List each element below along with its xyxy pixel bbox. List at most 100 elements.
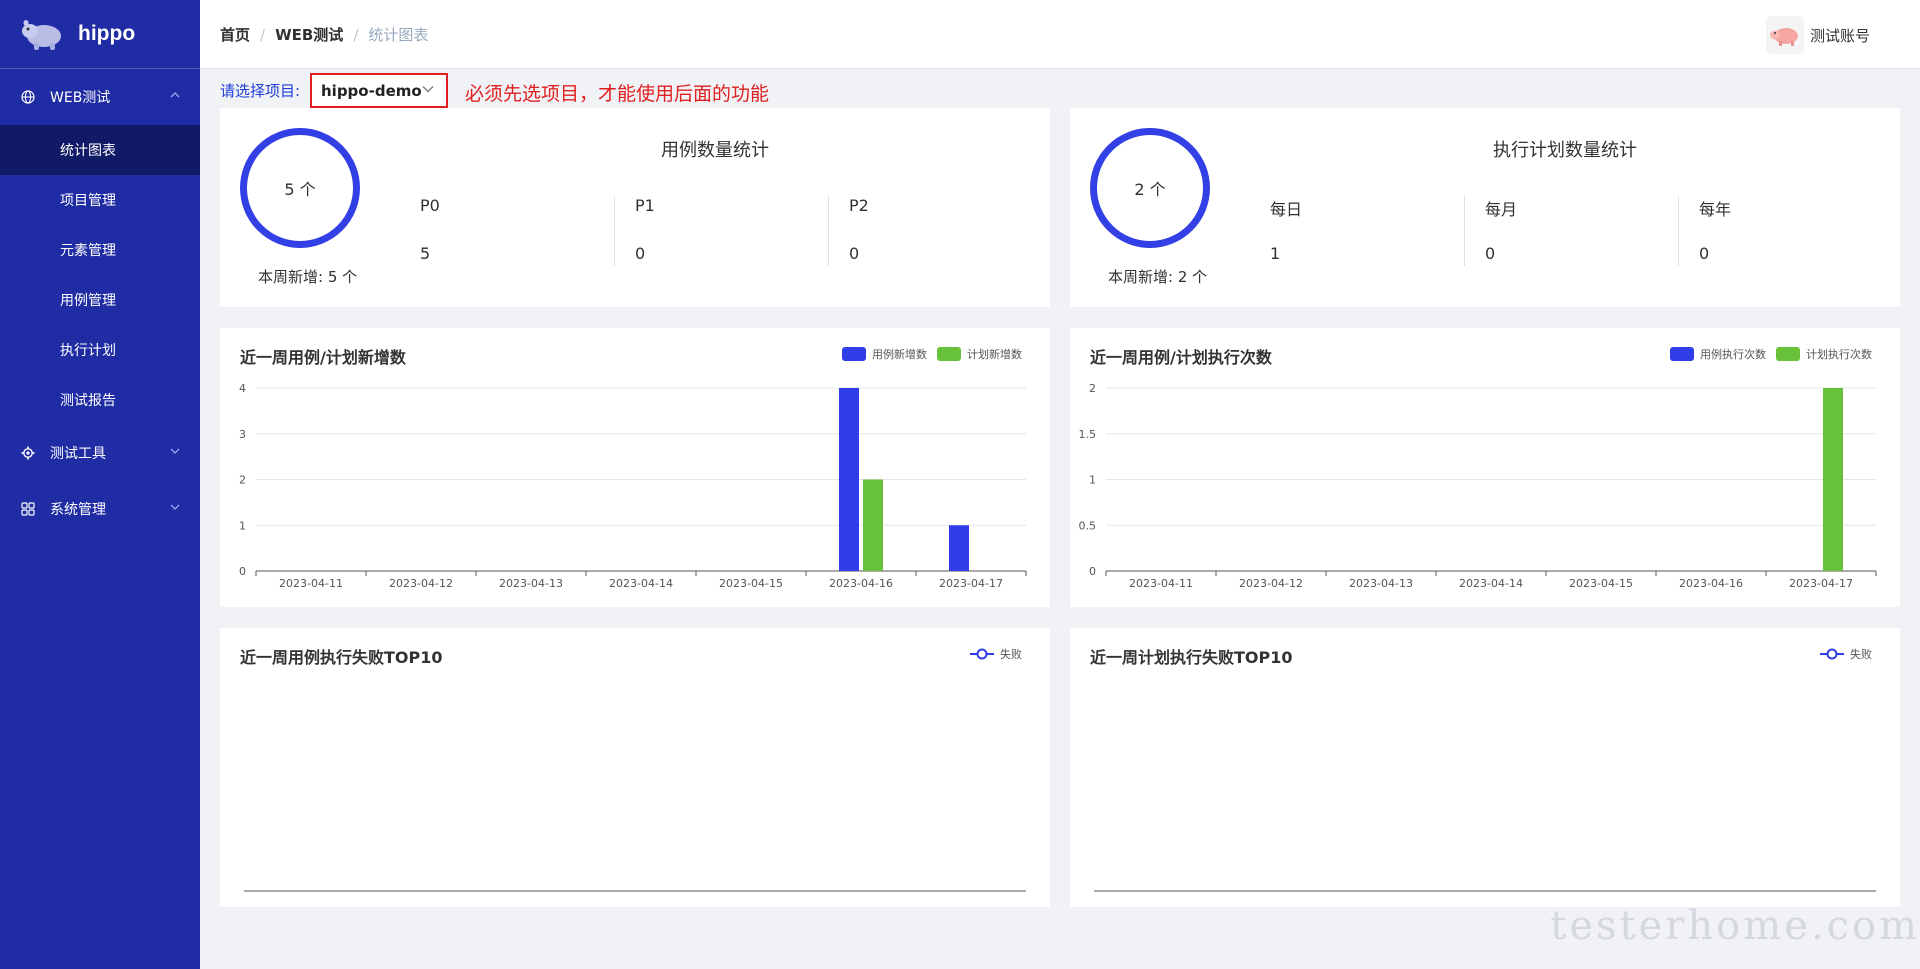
bar-series-b: [863, 479, 883, 571]
y-tick-label: 3: [239, 428, 246, 441]
stat-value: 5: [420, 244, 431, 263]
x-tick-label: 2023-04-11: [1129, 577, 1193, 590]
chart-card-new-counts: 近一周用例/计划新增数 用例新增数 计划新增数 0 1 2 3 4 2023-04-11 2…: [220, 328, 1050, 607]
stat-value: 0: [849, 244, 860, 263]
stat-value: 0: [1699, 244, 1710, 263]
sidebar-item-label: 元素管理: [60, 243, 116, 259]
chevron-down-icon: [422, 86, 434, 93]
y-tick-label: 2: [239, 474, 246, 487]
breadcrumb-separator: /: [260, 25, 266, 44]
sidebar-item-projects[interactable]: 项目管理: [0, 175, 200, 225]
breadcrumb-web-test[interactable]: WEB测试: [275, 24, 343, 45]
chevron-down-icon: [170, 448, 180, 454]
menu-group-label: 系统管理: [50, 502, 106, 518]
x-tick-label: 2023-04-11: [279, 577, 343, 590]
sidebar-item-elements[interactable]: 元素管理: [0, 225, 200, 275]
hippo-logo-icon: [22, 20, 61, 50]
y-tick-label: 1: [1089, 474, 1096, 487]
sidebar-item-label: 用例管理: [60, 293, 116, 309]
x-tick-label: 2023-04-13: [1349, 577, 1413, 590]
bar-series-a: [949, 525, 969, 571]
case-total-ring: 5 个: [240, 128, 360, 248]
chevron-up-icon: [170, 92, 180, 98]
breadcrumb: 首页 / WEB测试 / 统计图表: [220, 24, 428, 45]
x-tick-label: 2023-04-13: [499, 577, 563, 590]
gear-icon: [20, 445, 36, 461]
stat-key: 每日: [1270, 200, 1303, 219]
bar-chart-new-counts: 0 1 2 3 4 2023-04-11 2023-04-12 2023-04-13 2023-…: [239, 382, 1027, 590]
menu-group-web-test[interactable]: WEB测试: [0, 69, 200, 125]
case-stat-p2: P2 0: [828, 196, 1042, 266]
plan-stats-card: 2 个 本周新增: 2 个 执行计划数量统计 每日 1 每月 0 每年 0: [1070, 108, 1900, 307]
grid-icon: [20, 501, 36, 517]
x-tick-label: 2023-04-16: [829, 577, 893, 590]
x-tick-label: 2023-04-17: [939, 577, 1003, 590]
plan-stats-title: 执行计划数量统计: [1493, 140, 1637, 161]
stat-key: P1: [635, 196, 655, 215]
case-total: 5 个: [284, 180, 316, 199]
menu-group-system[interactable]: 系统管理: [0, 481, 200, 537]
chart-card-exec-counts: 近一周用例/计划执行次数 用例执行次数 计划执行次数 0 0.5 1 1.5 2 2023…: [1070, 328, 1900, 607]
bar-chart-exec-counts: 0 0.5 1 1.5 2 2023-04-11 2023-04-12 2023-04-13 2…: [1079, 382, 1877, 590]
breadcrumb-separator: /: [353, 25, 359, 44]
sidebar-item-reports[interactable]: 测试报告: [0, 375, 200, 425]
stat-key: 每年: [1699, 200, 1732, 219]
breadcrumb-home[interactable]: 首页: [220, 24, 250, 45]
x-tick-label: 2023-04-16: [1679, 577, 1743, 590]
stat-key: 每月: [1485, 200, 1518, 219]
sidebar-item-label: 测试报告: [60, 393, 116, 409]
stat-key: P0: [420, 196, 440, 215]
y-tick-label: 0.5: [1079, 519, 1097, 532]
plan-week-new: 本周新增: 2 个: [1108, 268, 1208, 286]
case-week-new: 本周新增: 5 个: [258, 268, 358, 286]
x-tick-label: 2023-04-12: [389, 577, 453, 590]
case-stats-card: 5 个 本周新增: 5 个 用例数量统计 P0 5 P1 0 P2 0: [220, 108, 1050, 307]
stat-value: 0: [1485, 244, 1496, 263]
pig-avatar-icon: [1769, 28, 1798, 46]
case-stat-p1: P1 0: [614, 196, 828, 266]
y-tick-label: 4: [239, 382, 246, 395]
app-logo[interactable]: hippo: [0, 0, 200, 69]
sidebar-item-label: 执行计划: [60, 343, 116, 359]
plan-stat-yearly: 每年 0: [1678, 196, 1892, 266]
plan-stat-daily: 每日 1: [1270, 196, 1484, 266]
chevron-down-icon: [170, 504, 180, 510]
sidebar-item-statistics[interactable]: 统计图表: [0, 125, 200, 175]
stat-value: 0: [635, 244, 646, 263]
x-tick-label: 2023-04-17: [1789, 577, 1853, 590]
account-menu[interactable]: 测试账号: [1765, 16, 1870, 54]
plan-stat-monthly: 每月 0: [1464, 196, 1678, 266]
globe-icon: [20, 89, 36, 105]
project-select[interactable]: hippo-demo: [310, 73, 448, 108]
line-chart-plan-fail: [1094, 890, 1876, 892]
case-stats-title: 用例数量统计: [661, 140, 769, 161]
breadcrumb-current: 统计图表: [368, 26, 429, 44]
y-tick-label: 0: [1089, 565, 1096, 578]
project-warning: 必须先选项目，才能使用后面的功能: [465, 83, 770, 105]
sidebar-item-plans[interactable]: 执行计划: [0, 325, 200, 375]
menu-group-label: 测试工具: [50, 446, 106, 462]
bar-series-b: [1823, 388, 1843, 571]
case-stat-p0: P0 5: [420, 196, 634, 266]
sidebar: hippo WEB测试 统计图表 项目管理 元素管理 用例管理 执行计划 测试报…: [0, 0, 200, 969]
y-tick-label: 0: [239, 565, 246, 578]
menu-group-test-tools[interactable]: 测试工具: [0, 425, 200, 481]
plan-total: 2 个: [1134, 180, 1166, 199]
stat-key: P2: [849, 196, 869, 215]
project-select-value: hippo-demo: [321, 81, 422, 100]
y-tick-label: 1: [239, 519, 246, 532]
top-header: 首页 / WEB测试 / 统计图表 测试账号: [200, 0, 1920, 69]
line-chart-case-fail: [244, 890, 1026, 892]
menu-group-label: WEB测试: [50, 90, 111, 106]
sidebar-item-label: 统计图表: [60, 143, 116, 159]
bar-series-a: [839, 388, 859, 571]
watermark: testerhome.com: [1550, 903, 1920, 949]
project-select-label: 请选择项目:: [220, 82, 301, 100]
chart-card-plan-fail-top10: 近一周计划执行失败TOP10 失败: [1070, 628, 1900, 907]
x-tick-label: 2023-04-12: [1239, 577, 1303, 590]
account-name: 测试账号: [1809, 26, 1870, 45]
app-name: hippo: [78, 22, 136, 45]
y-tick-label: 2: [1089, 382, 1096, 395]
x-tick-label: 2023-04-15: [1569, 577, 1633, 590]
sidebar-item-cases[interactable]: 用例管理: [0, 275, 200, 325]
